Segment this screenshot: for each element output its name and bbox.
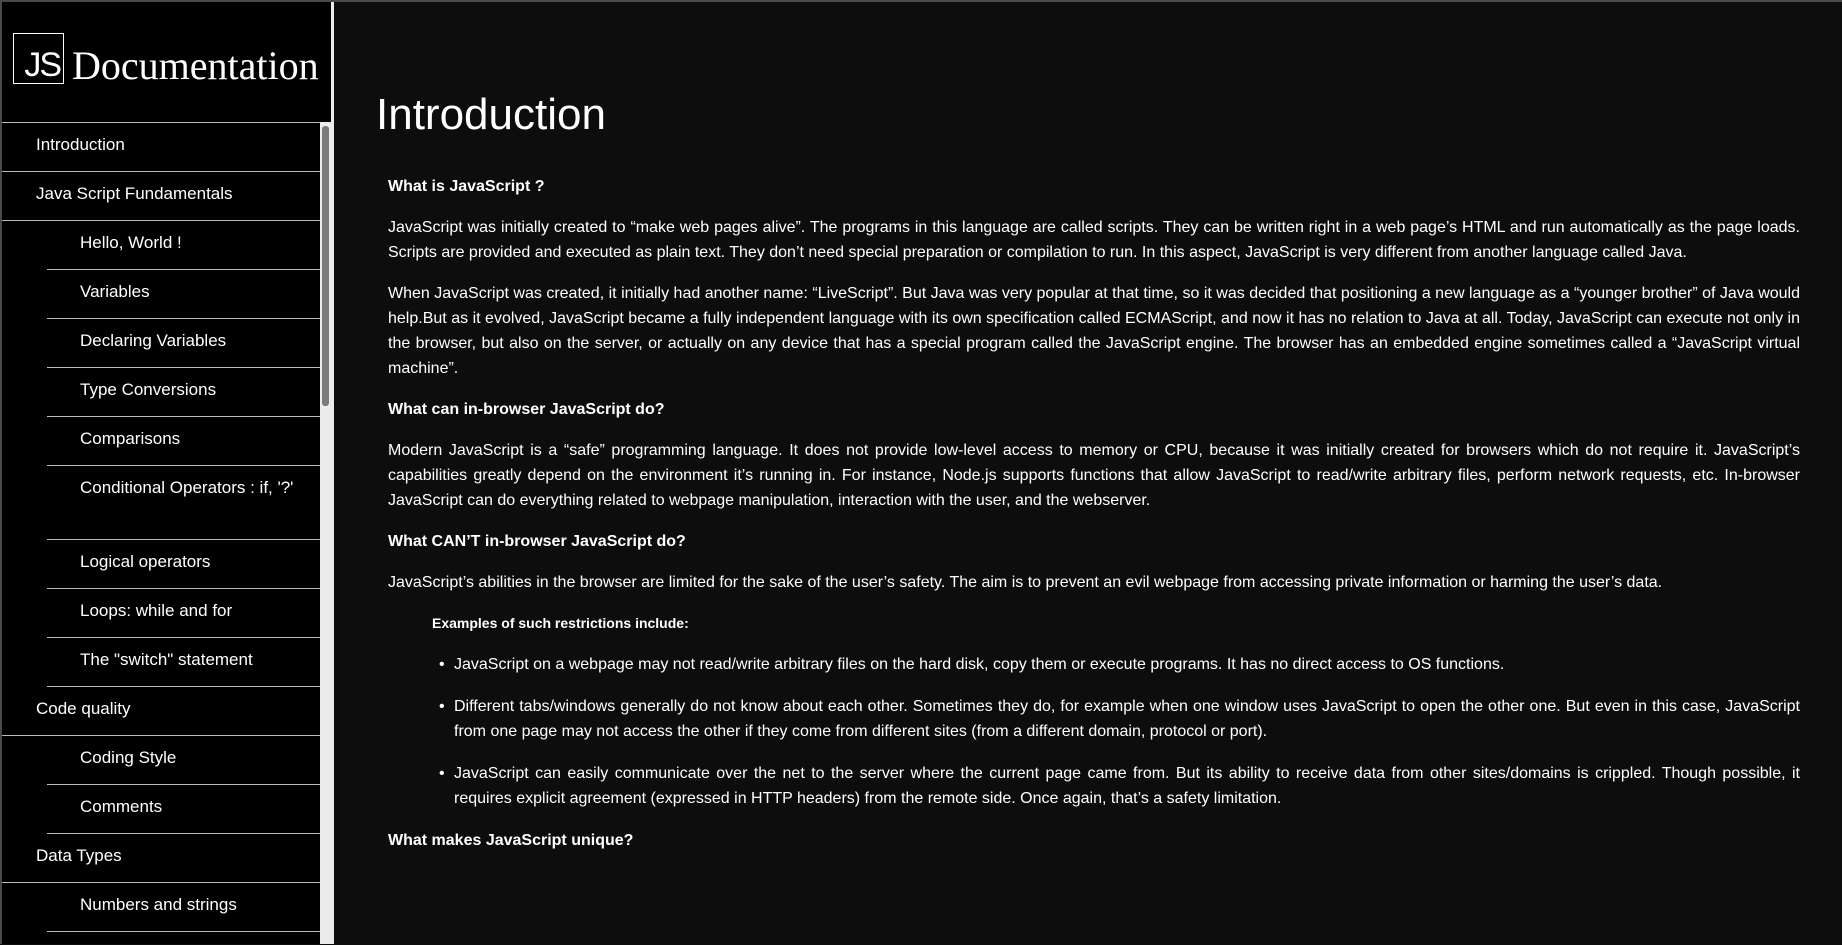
nav-link-label: Java Script Fundamentals — [36, 184, 233, 203]
nav-link-label: Type Conversions — [80, 380, 217, 399]
nav-link-label: Introduction — [36, 135, 125, 154]
nav-link-label: Loops: while and for — [80, 601, 233, 620]
logo-mark: JS — [24, 46, 62, 84]
heading-cant-do: What CAN’T in-browser JavaScript do? — [388, 533, 686, 550]
nav-link-java-script-fundamentals[interactable]: Java Script Fundamentals — [2, 172, 320, 221]
nav-link-conditional-operators-if[interactable]: Conditional Operators : if, '?' — [47, 466, 320, 540]
logo-header: JS Documentation — [2, 2, 331, 112]
nav-link-type-conversions[interactable]: Type Conversions — [47, 368, 320, 417]
nav-link-label: Logical operators — [80, 552, 211, 571]
bullet-icon: • — [439, 765, 445, 782]
nav-link-label: Code quality — [36, 699, 131, 718]
nav-link-comparisons[interactable]: Comparisons — [47, 417, 320, 466]
list-item-text: JavaScript on a webpage may not read/wri… — [454, 656, 1505, 673]
nav-link-label: The "switch" statement — [80, 650, 253, 669]
nav-link-logical-operators[interactable]: Logical operators — [47, 540, 320, 589]
bullet-icon: • — [439, 656, 445, 673]
list-item: • JavaScript can easily communicate over … — [388, 761, 1800, 811]
list-item: • JavaScript on a webpage may not read/wr… — [388, 652, 1800, 677]
list-item-text: Different tabs/windows generally do not … — [454, 698, 1800, 740]
restrictions-note: Examples of such restrictions include: — [432, 615, 689, 631]
heading-unique: What makes JavaScript unique? — [388, 832, 634, 849]
paragraph-cant-do: JavaScript’s abilities in the browser ar… — [388, 574, 1663, 591]
nav-link-label: Coding Style — [80, 748, 177, 767]
nav-link-label: Numbers and strings — [80, 895, 237, 914]
nav-link-label: Comments — [80, 797, 163, 816]
nav-link-declaring-variables[interactable]: Declaring Variables — [47, 319, 320, 368]
sidebar: JS Documentation Introduction Java Script… — [0, 2, 331, 944]
js-logo-icon: JS — [13, 33, 64, 84]
nav-link-variables[interactable]: Variables — [47, 270, 320, 319]
list-item-text: JavaScript can easily communicate over t… — [454, 765, 1800, 807]
page-title: Introduction — [376, 90, 606, 139]
nav-link-label: Conditional Operators : if, '?' — [80, 478, 294, 497]
heading-can-do: What can in-browser JavaScript do? — [388, 401, 665, 418]
sidebar-scrollbar[interactable] — [320, 122, 331, 944]
logo-title: Documentation — [72, 43, 319, 88]
nav-link-label: Data Types — [36, 846, 122, 865]
nav-link-comments[interactable]: Comments — [47, 785, 320, 834]
nav-link-loops-while-and-for[interactable]: Loops: while and for — [47, 589, 320, 638]
list-item: • Different tabs/windows generally do not… — [388, 694, 1800, 744]
paragraph-intro-2: When JavaScript was created, it initiall… — [388, 285, 1800, 377]
main-content: Introduction What is JavaScript ? JavaScr… — [334, 2, 1842, 944]
nav-link-numbers-and-strings[interactable]: Numbers and strings — [47, 883, 320, 932]
nav-link-data-types[interactable]: Data Types — [2, 834, 320, 883]
sidebar-scrollbar-thumb[interactable] — [322, 126, 329, 406]
nav-link-coding-style[interactable]: Coding Style — [47, 736, 320, 785]
restrictions-list: • JavaScript on a webpage may not read/wr… — [388, 652, 1800, 811]
nav-link-label: Variables — [80, 282, 150, 301]
nav-link-label: Declaring Variables — [80, 331, 227, 350]
heading-what-is-js: What is JavaScript ? — [388, 178, 545, 195]
nav-link-hello-world[interactable]: Hello, World ! — [47, 221, 320, 270]
nav-link-label: Comparisons — [80, 429, 181, 448]
nav-link-code-quality[interactable]: Code quality — [2, 687, 320, 736]
paragraph-intro-1: JavaScript was initially created to “mak… — [388, 219, 1800, 261]
nav-link-label: Hello, World ! — [80, 233, 182, 252]
nav-link-the-switch-statement[interactable]: The "switch" statement — [47, 638, 320, 687]
nav-link-introduction[interactable]: Introduction — [2, 123, 320, 172]
bullet-icon: • — [439, 698, 445, 715]
paragraph-can-do: Modern JavaScript is a “safe” programmin… — [388, 442, 1800, 509]
nav-list: Introduction Java Script Fundamentals Hell… — [2, 122, 320, 945]
article-body: What is JavaScript ? JavaScript was initi… — [388, 174, 1800, 869]
nav-link-partial[interactable] — [47, 932, 320, 945]
